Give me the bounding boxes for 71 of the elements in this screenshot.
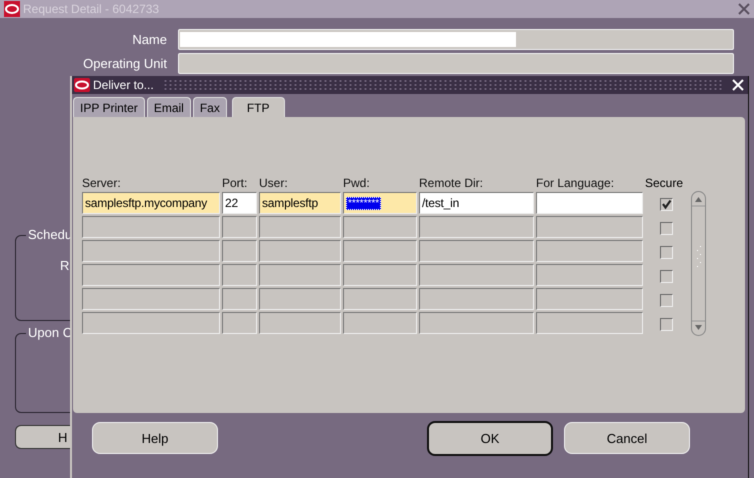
table-cell[interactable] [536, 240, 643, 262]
table-cell[interactable]: /test_in [419, 192, 534, 214]
table-cell[interactable] [419, 216, 534, 238]
field-label: Name [131, 32, 168, 46]
table-cell[interactable] [259, 312, 341, 334]
table-cell[interactable] [419, 264, 534, 286]
table-cell[interactable] [419, 240, 534, 262]
column-header: Server: [82, 176, 122, 190]
table-cell[interactable] [222, 312, 257, 334]
table-cell[interactable] [536, 264, 643, 286]
scrollbar[interactable] [691, 191, 706, 336]
input-field[interactable] [178, 28, 734, 50]
cell-text: /test_in [422, 196, 460, 210]
field-label: Operating Unit [82, 56, 168, 70]
logo-icon [4, 1, 20, 17]
column-header: Remote Dir: [419, 176, 484, 190]
dialog-button[interactable]: Cancel [564, 422, 690, 454]
table-cell[interactable] [343, 216, 417, 238]
field-label: R [60, 258, 70, 273]
table-cell[interactable] [343, 240, 417, 262]
tab[interactable]: Fax [192, 97, 227, 117]
column-header: Pwd: [343, 176, 371, 190]
input-field[interactable] [178, 52, 734, 74]
password-text: ******** [346, 196, 382, 210]
table-cell[interactable] [259, 264, 341, 286]
column-header: Secure [645, 176, 684, 190]
table-cell[interactable] [343, 312, 417, 334]
column-header: For Language: [536, 176, 616, 190]
tab[interactable]: FTP [232, 97, 285, 117]
table-cell[interactable] [343, 288, 417, 310]
column-header: User: [259, 176, 289, 190]
table-cell[interactable] [259, 288, 341, 310]
dialog-button[interactable]: Help [92, 422, 218, 454]
table-cell[interactable]: samplesftp [259, 192, 341, 214]
table-cell[interactable] [82, 264, 220, 286]
checkbox[interactable] [660, 270, 672, 282]
table-cell[interactable] [536, 312, 643, 334]
dialog-title: Deliver to... [93, 78, 154, 92]
tab[interactable]: Email [146, 97, 191, 117]
cell-text: samplesftp [262, 196, 318, 210]
table-cell[interactable] [82, 288, 220, 310]
table-cell[interactable] [82, 216, 220, 238]
tab[interactable]: IPP Printer [73, 97, 145, 117]
table-cell[interactable]: samplesftp.mycompany [82, 192, 220, 214]
checkbox[interactable] [660, 222, 672, 234]
table-cell[interactable] [419, 288, 534, 310]
partial-button[interactable]: H [15, 425, 70, 449]
checkbox[interactable] [660, 318, 672, 330]
table-cell[interactable] [82, 240, 220, 262]
cell-text: samplesftp.mycompany [85, 196, 208, 210]
table-cell[interactable] [343, 264, 417, 286]
table-cell[interactable] [259, 216, 341, 238]
table-cell[interactable] [536, 192, 643, 214]
table-cell[interactable] [82, 312, 220, 334]
cell-text: 22 [225, 196, 238, 210]
table-cell[interactable] [222, 264, 257, 286]
table-cell[interactable] [419, 312, 534, 334]
dialog-button[interactable]: OK [427, 421, 553, 456]
table-cell[interactable]: ******** [343, 192, 417, 214]
table-cell[interactable] [259, 240, 341, 262]
checkbox[interactable] [660, 246, 672, 258]
table-cell[interactable] [222, 240, 257, 262]
table-cell[interactable] [222, 216, 257, 238]
table-cell[interactable] [536, 216, 643, 238]
table-cell[interactable]: 22 [222, 192, 257, 214]
logo-icon [74, 78, 90, 92]
checkbox[interactable] [660, 198, 672, 210]
column-header: Port: [222, 176, 248, 190]
table-cell[interactable] [222, 288, 257, 310]
checkbox[interactable] [660, 294, 672, 306]
table-cell[interactable] [536, 288, 643, 310]
